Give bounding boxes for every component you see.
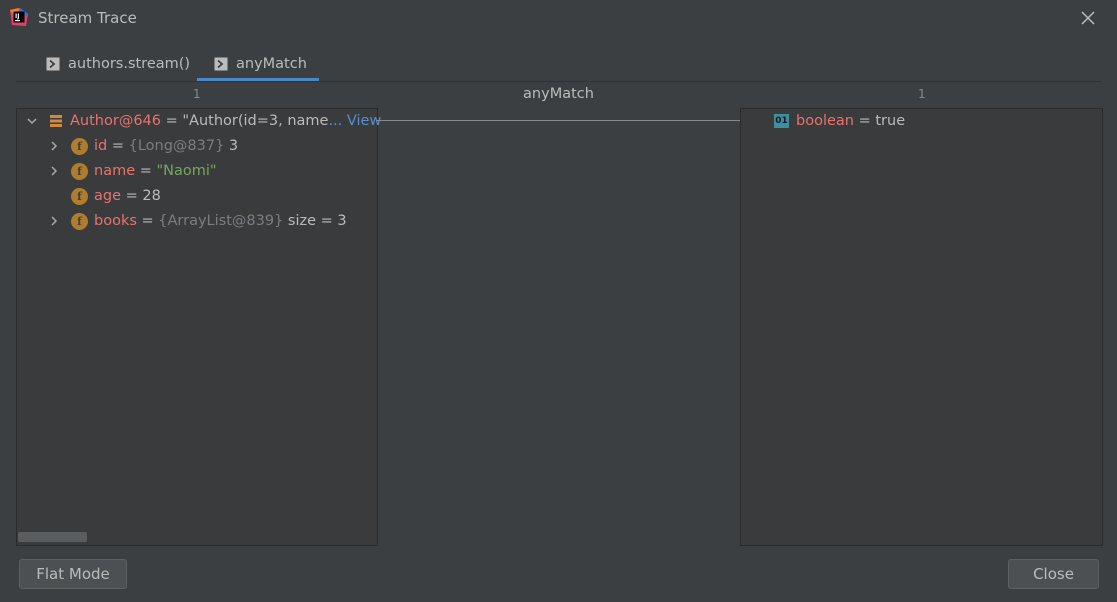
tab-authors-stream[interactable]: authors.stream() bbox=[46, 48, 190, 80]
horizontal-scrollbar[interactable] bbox=[18, 532, 87, 542]
root-equals: = bbox=[161, 113, 183, 129]
tab-anymatch[interactable]: anyMatch bbox=[197, 48, 319, 81]
field-name: name bbox=[94, 163, 136, 179]
window-title: Stream Trace bbox=[38, 9, 137, 27]
field-icon: f bbox=[71, 162, 88, 180]
field-ref: {ArrayList@839} bbox=[158, 213, 284, 229]
chevron-right-icon[interactable] bbox=[48, 140, 60, 152]
tree-root-row[interactable]: Author@646 = "Author(id=3, name ... View bbox=[26, 109, 381, 133]
root-value: "Author(id=3, name bbox=[182, 113, 329, 129]
field-icon: f bbox=[71, 137, 88, 155]
object-stack-icon bbox=[50, 115, 62, 127]
field-ref: {Long@837} bbox=[128, 138, 225, 154]
stream-tabs: authors.stream() anyMatch bbox=[16, 48, 1101, 82]
chevron-down-icon[interactable] bbox=[26, 115, 38, 127]
field-value: size = 3 bbox=[283, 213, 347, 229]
result-name: boolean bbox=[796, 113, 854, 129]
chevron-right-icon[interactable] bbox=[48, 165, 60, 177]
flat-mode-button[interactable]: Flat Mode bbox=[19, 559, 127, 589]
close-button[interactable]: Close bbox=[1008, 559, 1099, 589]
result-values-tree[interactable]: 01 boolean = true bbox=[740, 108, 1103, 546]
title-bar: IJ Stream Trace bbox=[0, 0, 1117, 38]
result-value: true bbox=[875, 113, 906, 129]
field-value: "Naomi" bbox=[156, 163, 217, 179]
view-link[interactable]: ... View bbox=[328, 113, 381, 129]
terminal-icon bbox=[46, 57, 60, 71]
terminal-icon bbox=[214, 57, 228, 71]
tree-row-books[interactable]: f books = {ArrayList@839} size = 3 bbox=[48, 209, 347, 233]
boolean-type-icon: 01 bbox=[774, 114, 789, 128]
operation-label: anyMatch bbox=[523, 86, 594, 102]
svg-text:IJ: IJ bbox=[15, 13, 19, 20]
tab-label: anyMatch bbox=[236, 56, 307, 72]
result-equals: = bbox=[853, 113, 876, 129]
input-values-tree[interactable]: Author@646 = "Author(id=3, name ... View… bbox=[16, 108, 381, 546]
field-name: books bbox=[94, 213, 137, 229]
field-equals: = bbox=[135, 163, 157, 179]
field-name: age bbox=[94, 188, 122, 204]
close-window-icon[interactable] bbox=[1079, 9, 1097, 27]
trace-connector-line bbox=[376, 120, 741, 121]
result-row[interactable]: 01 boolean = true bbox=[774, 109, 905, 133]
tree-row-name[interactable]: f name = "Naomi" bbox=[48, 159, 217, 183]
intellij-app-icon: IJ bbox=[10, 8, 28, 26]
tab-label: authors.stream() bbox=[68, 56, 191, 72]
field-value: 28 bbox=[142, 188, 161, 204]
field-value: 3 bbox=[224, 138, 239, 154]
field-icon: f bbox=[71, 212, 88, 230]
field-equals: = bbox=[107, 138, 129, 154]
chevron-right-icon[interactable] bbox=[48, 215, 60, 227]
tree-row-id[interactable]: f id = {Long@837} 3 bbox=[48, 134, 238, 158]
tree-row-age[interactable]: f age = 28 bbox=[71, 184, 161, 208]
field-icon: f bbox=[71, 187, 88, 205]
root-name: Author@646 bbox=[70, 113, 161, 129]
field-equals: = bbox=[121, 188, 143, 204]
right-item-count: 1 bbox=[918, 87, 926, 101]
field-equals: = bbox=[136, 213, 159, 229]
field-name: id bbox=[94, 138, 108, 154]
